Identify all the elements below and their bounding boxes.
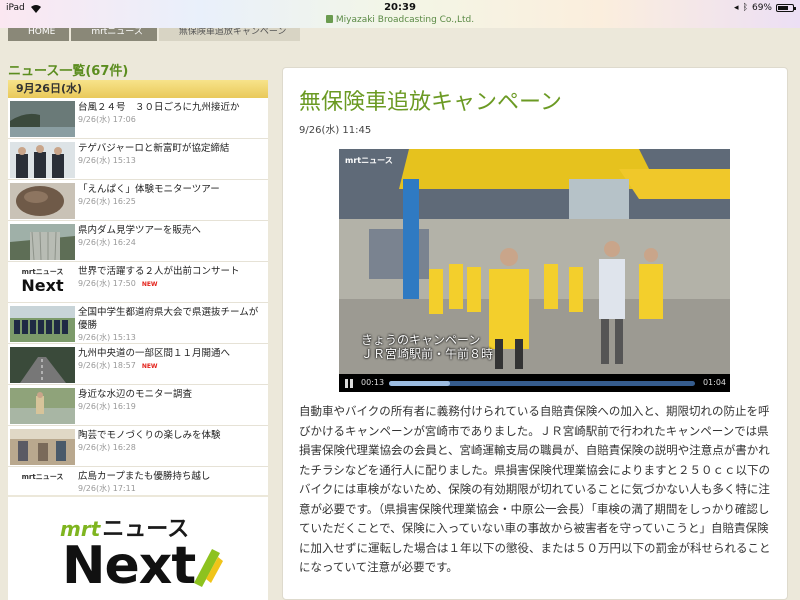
news-item-waterside[interactable]: 身近な水辺のモニター調査 9/26(水) 16:19 [8, 385, 268, 426]
news-date: 9/26(水) 16:24 [78, 238, 136, 247]
promo-next-accent-icon [194, 549, 223, 587]
news-date-text: 9/26(水) 18:57 [78, 361, 136, 370]
status-bar: iPad 20:39 Miyazaki Broadcasting Co.,Ltd… [0, 0, 800, 28]
article-body: 自動車やバイクの所有者に義務付けられている自賠責保険への加入と、期限切れの防止を… [299, 404, 771, 574]
news-thumbnail [10, 306, 75, 342]
news-item-tegevajaro[interactable]: テゲバジャーロと新富町が協定締結 9/26(水) 15:13 [8, 139, 268, 180]
status-right: ◂ ᛒ 69% [734, 3, 796, 13]
news-item-enpaku[interactable]: 「えんぱく」体験モニターツアー 9/26(水) 16:25 [8, 180, 268, 221]
news-title: 県内ダム見学ツアーを販売へ [78, 225, 201, 236]
news-item-pottery[interactable]: 陶芸でモノづくりの楽しみを体験 9/26(水) 16:28 [8, 426, 268, 467]
news-date: 9/26(水) 16:28 [78, 443, 136, 452]
news-thumbnail [10, 142, 75, 178]
news-item-typhoon[interactable]: 台風２４号 ３０日ごろに九州接近か 9/26(水) 17:06 [8, 98, 268, 139]
logo-next-text: Next [21, 276, 64, 295]
news-item-dam[interactable]: 県内ダム見学ツアーを販売へ 9/26(水) 16:24 [8, 221, 268, 262]
news-date: 9/26(水) 18:57 NEW [78, 360, 158, 371]
video-player[interactable]: mrtニュース きょうのキャンペーン ＪＲ宮崎駅前・午前８時 00:13 01:… [339, 149, 730, 392]
pause-icon[interactable] [345, 379, 348, 388]
video-caption-line1: きょうのキャンペーン [361, 333, 481, 347]
news-item-expressway[interactable]: 九州中央道の一部区間１１月開通へ 9/26(水) 18:57 NEW [8, 344, 268, 385]
news-title: 広島カープまたも優勝持ち越し [78, 471, 211, 482]
mrt-news-next-logo-thumb: mrtニュース Next [10, 265, 75, 301]
video-seek-bar[interactable] [389, 381, 695, 386]
video-duration: 01:04 [702, 378, 726, 387]
lock-icon [325, 15, 333, 23]
news-item-junior-high[interactable]: 全国中学生都道府県大会で県選抜チームが優勝 9/26(水) 15:13 [8, 303, 268, 344]
location-icon: ◂ [734, 3, 739, 13]
news-thumbnail [10, 429, 75, 465]
video-progress [389, 381, 451, 386]
battery-percent: 69% [751, 3, 772, 13]
breadcrumb-current: 無保険車追放キャンペーン [158, 28, 301, 41]
promo-next: Next [62, 536, 196, 596]
url-text: Miyazaki Broadcasting Co.,Ltd. [335, 15, 475, 25]
video-channel-logo: mrtニュース [345, 156, 393, 165]
news-date: 9/26(水) 15:13 [78, 333, 136, 342]
mrt-news-next-banner[interactable]: mrtニュース Next [8, 497, 268, 600]
news-thumbnail [10, 101, 75, 137]
article-title: 無保険車追放キャンペーン [299, 90, 562, 115]
news-title: テゲバジャーロと新富町が協定締結 [78, 143, 230, 154]
bluetooth-icon: ᛒ [742, 3, 748, 13]
news-date: 9/26(水) 17:50 NEW [78, 278, 158, 289]
news-list[interactable]: 台風２４号 ３０日ごろに九州接近か 9/26(水) 17:06 テゲバジャーロと… [8, 98, 268, 495]
mrt-news-logo-thumb: mrtニュース [10, 470, 75, 495]
new-badge: NEW [141, 363, 158, 370]
video-caption: きょうのキャンペーン ＪＲ宮崎駅前・午前８時 [361, 333, 493, 361]
news-date: 9/26(水) 16:19 [78, 402, 136, 411]
news-thumbnail [10, 347, 75, 383]
news-title: 身近な水辺のモニター調査 [78, 389, 193, 400]
breadcrumb: HOME mrtニュース 無保険車追放キャンペーン [8, 28, 302, 41]
news-item-carp[interactable]: mrtニュース 広島カープまたも優勝持ち越し 9/26(水) 17:11 [8, 467, 268, 495]
logo-small-text: mrtニュース [21, 473, 64, 481]
news-date-text: 9/26(水) 17:50 [78, 279, 136, 288]
news-sidebar: ニュース一覧(67件) 9月26日(水) 台風２４号 ３０日ごろに九州接近か 9… [8, 60, 268, 495]
article-card: 無保険車追放キャンペーン 9/26(水) 11:45 mrtニュース きょうのキ… [282, 67, 788, 600]
news-date: 9/26(水) 17:06 [78, 115, 136, 124]
news-date: 9/26(水) 16:25 [78, 197, 136, 206]
news-title: 「えんぱく」体験モニターツアー [78, 184, 220, 195]
url-bar[interactable]: Miyazaki Broadcasting Co.,Ltd. [0, 15, 800, 25]
news-title: 台風２４号 ３０日ごろに九州接近か [78, 102, 240, 113]
video-controls: 00:13 01:04 [339, 374, 730, 392]
breadcrumb-home[interactable]: HOME [8, 28, 70, 41]
news-thumbnail [10, 388, 75, 424]
battery-icon [776, 4, 796, 12]
video-caption-line2: ＪＲ宮崎駅前・午前８時 [361, 347, 494, 361]
news-date: 9/26(水) 15:13 [78, 156, 136, 165]
news-thumbnail [10, 224, 75, 260]
news-list-heading: ニュース一覧(67件) [8, 64, 129, 79]
video-current-time: 00:13 [361, 378, 385, 387]
article-datetime: 9/26(水) 11:45 [299, 125, 372, 136]
news-item-concert[interactable]: mrtニュース Next 世界で活躍する２人が出前コンサート 9/26(水) 1… [8, 262, 268, 303]
news-title: 九州中央道の一部区間１１月開通へ [78, 348, 231, 359]
date-header: 9月26日(水) [8, 80, 268, 98]
breadcrumb-news[interactable]: mrtニュース [71, 28, 157, 41]
clock: 20:39 [384, 2, 416, 13]
news-date: 9/26(水) 17:11 [78, 484, 136, 493]
news-thumbnail [10, 183, 75, 219]
news-title: 世界で活躍する２人が出前コンサート [78, 266, 240, 277]
news-title: 陶芸でモノづくりの楽しみを体験 [78, 430, 221, 441]
new-badge: NEW [141, 281, 158, 288]
news-title: 全国中学生都道府県大会で県選抜チームが優勝 [78, 307, 259, 331]
